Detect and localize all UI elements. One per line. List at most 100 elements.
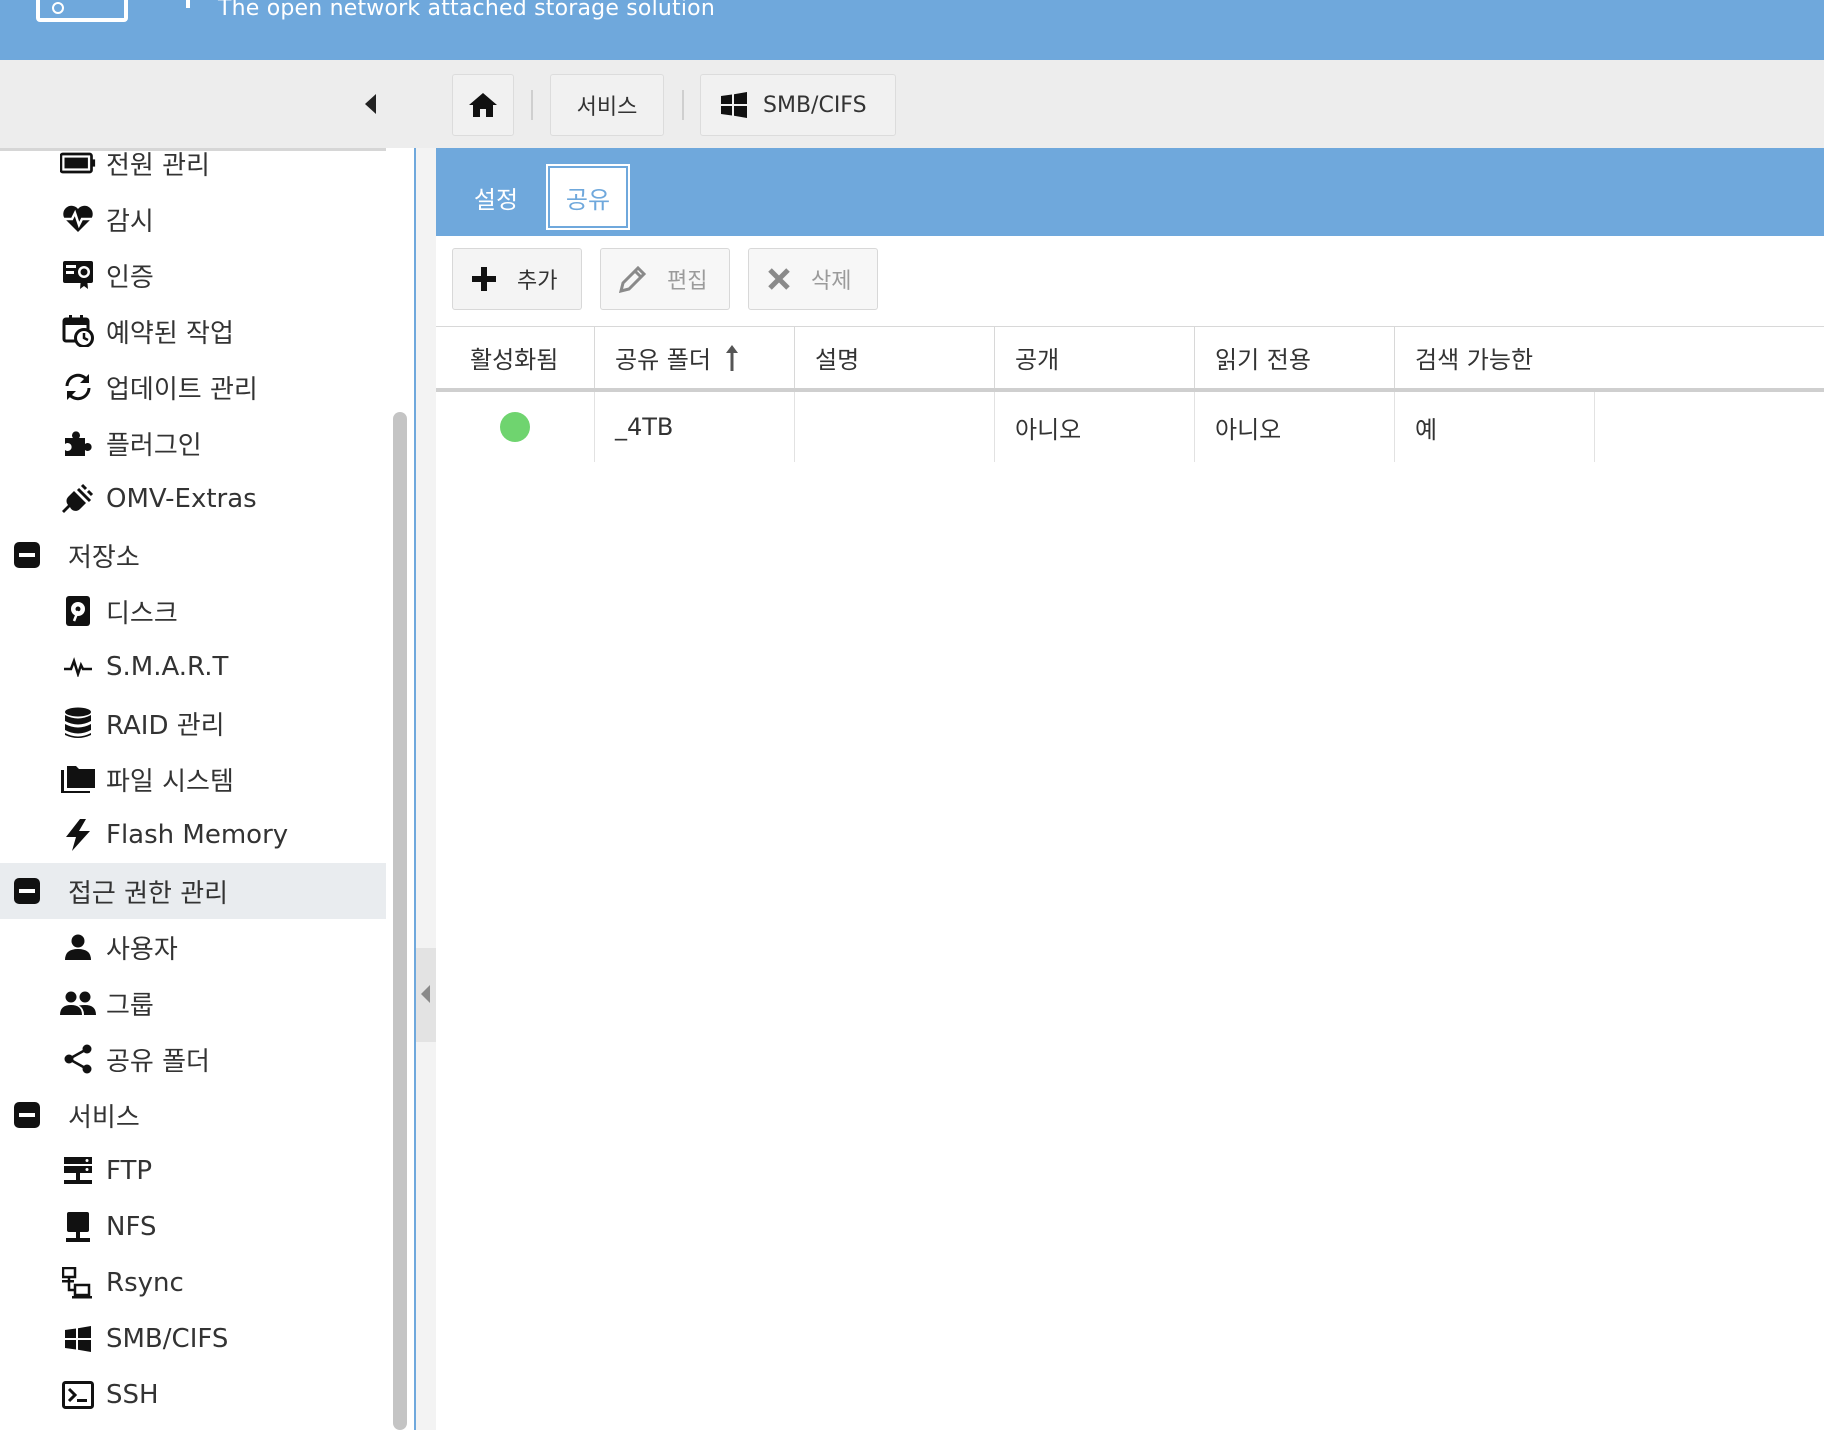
sidebar-item-smb-cifs[interactable]: SMB/CIFS: [0, 1311, 386, 1367]
sidebar-item-groups[interactable]: 그룹: [0, 975, 386, 1031]
puzzle-icon: [60, 425, 96, 461]
add-button-label: 추가: [517, 269, 558, 294]
sidebar-item-scheduled-jobs[interactable]: 예약된 작업: [0, 303, 386, 359]
sidebar-item-label: 사용자: [106, 934, 178, 965]
plug-icon: [60, 481, 96, 517]
sidebar-scrollbar[interactable]: [393, 412, 407, 1430]
column-header-comment[interactable]: 설명: [795, 327, 995, 388]
share-icon: [60, 1041, 96, 1077]
sidebar-group-services[interactable]: 서비스: [0, 1087, 386, 1143]
breadcrumb-separator: [682, 90, 684, 120]
user-icon: [60, 929, 96, 965]
openmediavault-logo: [36, 0, 128, 22]
cell-enabled: [436, 392, 595, 462]
sidebar-item-shared-folders[interactable]: 공유 폴더: [0, 1031, 386, 1087]
sidebar-item-label: Rsync: [106, 1268, 184, 1298]
cell-read-only: 아니오: [1195, 392, 1395, 462]
grid-toolbar: 추가 편집 삭제: [436, 236, 1824, 326]
sidebar-item-flash-memory[interactable]: Flash Memory: [0, 807, 386, 863]
header-tagline: The open network attached storage soluti…: [218, 0, 715, 21]
sidebar-group-storage[interactable]: 저장소: [0, 527, 386, 583]
column-header-label: 공유 폴더: [615, 346, 711, 374]
sidebar-item-label: 전원 관리: [106, 150, 210, 181]
minus-box-icon: [14, 1097, 40, 1133]
sidebar-item-label: RAID 관리: [106, 710, 225, 741]
plus-icon: [472, 267, 496, 291]
sidebar-group-label: 저장소: [68, 542, 140, 573]
breadcrumb-bar: 서비스 SMB/CIFS: [0, 60, 1824, 148]
sidebar-item-label: OMV-Extras: [106, 484, 257, 514]
certificate-icon: [60, 257, 96, 293]
sidebar-item-label: Flash Memory: [106, 820, 289, 850]
caret-left-icon: [421, 985, 430, 1003]
sidebar-item-label: SMB/CIFS: [106, 1324, 229, 1354]
sidebar-item-label: NFS: [106, 1212, 157, 1242]
sidebar-item-label: 업데이트 관리: [106, 374, 258, 405]
enabled-status-indicator: [500, 412, 530, 442]
sidebar-group-label: 서비스: [68, 1102, 140, 1133]
breadcrumb-separator: [531, 90, 533, 120]
sidebar-item-label: 플러그인: [106, 430, 202, 461]
sidebar-item-monitoring[interactable]: 감시: [0, 191, 386, 247]
sidebar-item-plugins[interactable]: 플러그인: [0, 415, 386, 471]
sidebar-item-file-systems[interactable]: 파일 시스템: [0, 751, 386, 807]
column-header-read-only[interactable]: 읽기 전용: [1195, 327, 1395, 388]
windows-icon: [60, 1321, 96, 1357]
sidebar-item-label: FTP: [106, 1156, 153, 1186]
battery-icon: [60, 151, 96, 181]
database-icon: [60, 705, 96, 741]
delete-button[interactable]: 삭제: [748, 248, 878, 310]
column-header-enabled[interactable]: 활성화됨: [436, 327, 595, 388]
sidebar-item-disks[interactable]: 디스크: [0, 583, 386, 639]
edit-button[interactable]: 편집: [600, 248, 730, 310]
windows-icon: [721, 92, 747, 118]
tab-settings[interactable]: 설정: [456, 166, 536, 228]
navigation-sidebar: 전원 관리 감시 인증 예약된 작업 업데이트 관리 플러그인 OMV-Extr…: [0, 148, 386, 1430]
sidebar-item-raid-management[interactable]: RAID 관리: [0, 695, 386, 751]
delete-button-label: 삭제: [811, 269, 852, 294]
logo-divider: [186, 0, 190, 8]
sidebar-group-access-rights[interactable]: 접근 권한 관리: [0, 863, 386, 919]
column-header-public[interactable]: 공개: [995, 327, 1195, 388]
add-button[interactable]: 추가: [452, 248, 582, 310]
sidebar-collapse-button[interactable]: [360, 92, 380, 116]
sidebar-item-label: SSH: [106, 1380, 159, 1410]
close-icon: [768, 268, 790, 290]
sidebar-item-smart[interactable]: S.M.A.R.T: [0, 639, 386, 695]
edit-button-label: 편집: [667, 269, 708, 294]
sidebar-item-ssh[interactable]: SSH: [0, 1367, 386, 1423]
sidebar-group-label: 접근 권한 관리: [68, 878, 229, 909]
sidebar-item-certificates[interactable]: 인증: [0, 247, 386, 303]
sidebar-item-users[interactable]: 사용자: [0, 919, 386, 975]
column-header-browseable[interactable]: 검색 가능한: [1395, 327, 1824, 388]
app-header: The open network attached storage soluti…: [0, 0, 1824, 60]
panel-splitter[interactable]: [416, 148, 436, 1430]
table-row[interactable]: _4TB 아니오 아니오 예: [436, 392, 1824, 462]
sidebar-item-label: 공유 폴더: [106, 1046, 210, 1077]
disk-icon: [60, 593, 96, 629]
breadcrumb-smb-label: SMB/CIFS: [763, 92, 867, 118]
sync-network-icon: [60, 1265, 96, 1301]
users-icon: [60, 985, 96, 1021]
sidebar-item-omv-extras[interactable]: OMV-Extras: [0, 471, 386, 527]
breadcrumb-services[interactable]: 서비스: [550, 74, 664, 136]
sidebar-item-nfs[interactable]: NFS: [0, 1199, 386, 1255]
tab-shares[interactable]: 공유: [546, 164, 630, 230]
sidebar-item-ftp[interactable]: FTP: [0, 1143, 386, 1199]
breadcrumb-home[interactable]: [452, 74, 514, 136]
cell-comment: [795, 392, 995, 462]
column-header-shared-folder[interactable]: 공유 폴더: [595, 327, 795, 388]
sidebar-item-update-management[interactable]: 업데이트 관리: [0, 359, 386, 415]
cell-shared-folder: _4TB: [595, 392, 795, 462]
sidebar-item-rsync[interactable]: Rsync: [0, 1255, 386, 1311]
sidebar-item-power-management[interactable]: 전원 관리: [0, 150, 386, 191]
sidebar-item-label: 파일 시스템: [106, 766, 234, 797]
refresh-icon: [60, 369, 96, 405]
sidebar-item-label: 예약된 작업: [106, 318, 234, 349]
minus-box-icon: [14, 873, 40, 909]
server-icon: [60, 1153, 96, 1189]
terminal-icon: [60, 1377, 96, 1413]
folders-icon: [60, 761, 96, 797]
breadcrumb-smb-cifs[interactable]: SMB/CIFS: [700, 74, 896, 136]
pencil-icon: [619, 265, 647, 293]
